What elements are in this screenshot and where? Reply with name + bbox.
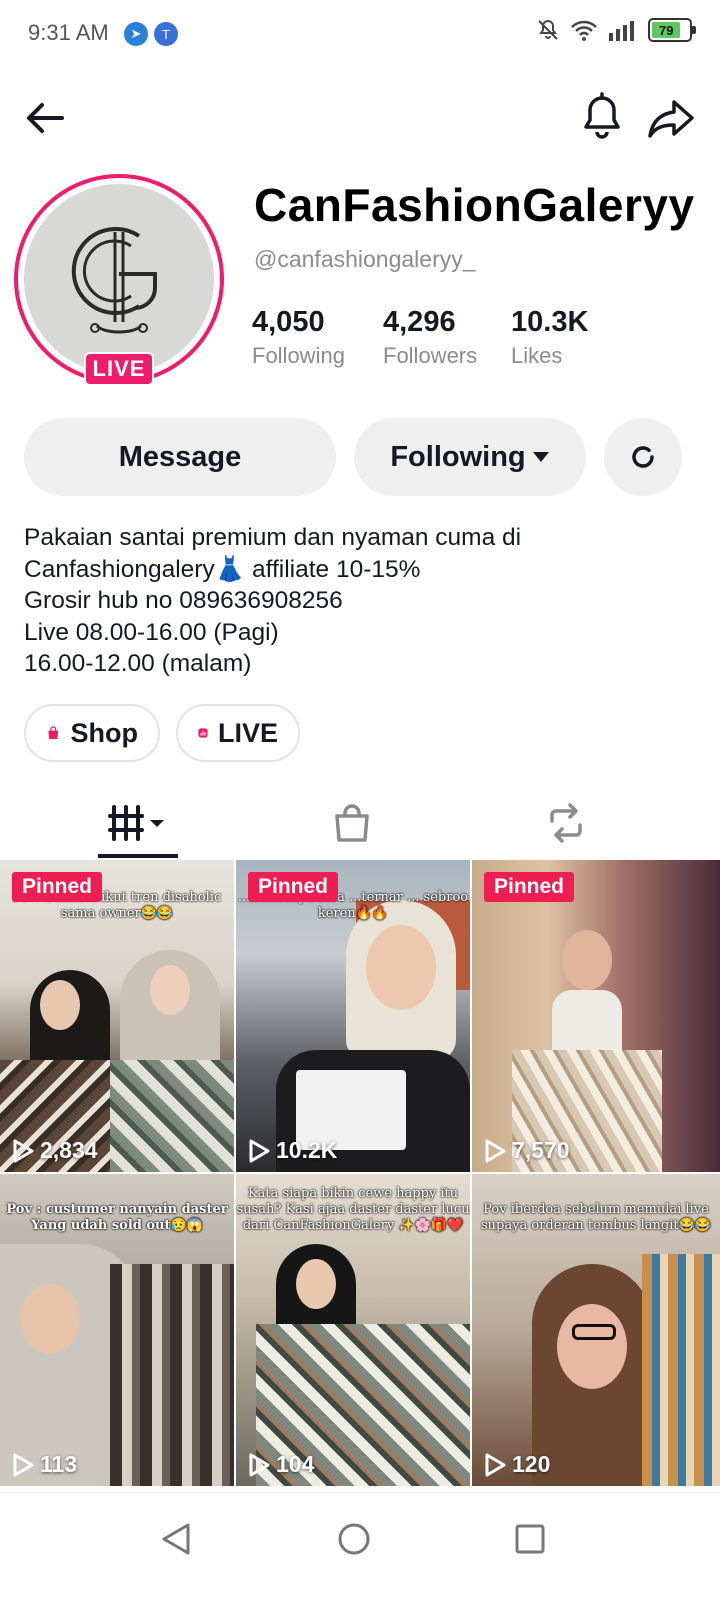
signal-icon bbox=[609, 21, 634, 41]
play-icon bbox=[485, 1453, 506, 1476]
view-count-value: 2,834 bbox=[40, 1137, 98, 1163]
nav-recents-icon bbox=[515, 1524, 545, 1554]
view-count: 104 bbox=[248, 1451, 314, 1478]
stat-followers[interactable]: 4,296 Followers bbox=[383, 306, 477, 369]
bio-line: Canfashiongalery👗 affiliate 10-15% bbox=[24, 555, 421, 583]
shop-label: Shop bbox=[70, 717, 139, 748]
play-icon bbox=[13, 1453, 34, 1476]
stat-label: Followers bbox=[383, 343, 478, 368]
live-stats-icon bbox=[198, 728, 208, 738]
shop-bag-icon bbox=[335, 804, 369, 842]
battery-indicator: 79 bbox=[648, 18, 696, 42]
bio-line: 16.00-12.00 (malam) bbox=[24, 650, 252, 677]
bio: Pakaian santai premium dan nyaman cuma d… bbox=[24, 522, 684, 680]
video-tile[interactable]: ...nokhenya bisa ...ternar ... sebroo ke… bbox=[236, 860, 470, 1172]
mute-icon bbox=[538, 19, 558, 40]
view-count: 2,834 bbox=[12, 1137, 98, 1164]
view-count: 113 bbox=[12, 1451, 77, 1478]
status-time: 9:31 AM bbox=[28, 20, 109, 45]
battery-text: 79 bbox=[658, 22, 674, 38]
share-arrow-icon bbox=[648, 100, 694, 138]
video-caption: Pov iberdoa sebelum memulai live supaya … bbox=[481, 1202, 711, 1233]
share-button[interactable] bbox=[646, 94, 696, 142]
stat-likes[interactable]: 10.3K Likes bbox=[511, 306, 588, 369]
username: @canfashiongaleryy_ bbox=[254, 246, 476, 272]
shop-link[interactable]: Shop bbox=[24, 704, 160, 762]
shopping-bag-icon bbox=[48, 726, 59, 740]
video-thumbnail bbox=[472, 860, 720, 1172]
video-tile[interactable]: Pov : custumer nanyain daster Yang udah … bbox=[0, 1174, 234, 1486]
view-count-value: 120 bbox=[512, 1451, 551, 1477]
play-icon bbox=[13, 1139, 34, 1162]
view-count-value: 10.2K bbox=[276, 1137, 338, 1163]
caret-down-icon bbox=[532, 452, 549, 462]
live-badge[interactable]: LIVE bbox=[84, 352, 154, 386]
bio-line: Live 08.00-16.00 (Pagi) bbox=[24, 618, 279, 646]
view-count-value: 7,570 bbox=[512, 1137, 570, 1163]
notification-bell-button[interactable] bbox=[578, 92, 626, 142]
view-count-value: 113 bbox=[40, 1451, 78, 1477]
stat-label: Following bbox=[252, 343, 345, 368]
video-tile[interactable]: Kata siapa bikin cewe happy itu susah? K… bbox=[236, 1174, 470, 1486]
video-tile[interactable]: Pinned 7,570 bbox=[472, 860, 720, 1172]
stat-following[interactable]: 4,050 Following bbox=[252, 306, 345, 369]
brand-logo-icon bbox=[71, 227, 157, 334]
system-nav-bar bbox=[0, 1492, 720, 1600]
avatar-logo bbox=[24, 184, 214, 374]
app-notification-icon: T bbox=[154, 22, 178, 46]
nav-back-button[interactable] bbox=[156, 1519, 196, 1559]
status-bar: 9:31 AM ➤ T 79 bbox=[0, 0, 720, 66]
refresh-icon bbox=[632, 446, 654, 468]
message-label: Message bbox=[118, 440, 242, 473]
video-grid: Pov: Diminta ikut tren disaholic sama ow… bbox=[0, 860, 720, 1490]
tab-shop[interactable] bbox=[312, 788, 392, 858]
stat-value: 4,296 bbox=[383, 306, 456, 338]
back-button[interactable] bbox=[22, 94, 70, 142]
following-label: Following bbox=[390, 440, 526, 473]
battery-level: 79 bbox=[652, 22, 681, 38]
bio-line: Pakaian santai premium dan nyaman cuma d… bbox=[24, 524, 522, 551]
top-bar bbox=[0, 90, 720, 150]
live-label: LIVE bbox=[217, 717, 278, 748]
nav-home-icon bbox=[338, 1523, 370, 1555]
view-count-value: 104 bbox=[276, 1451, 315, 1477]
telegram-icon: ➤ bbox=[124, 22, 148, 46]
play-icon bbox=[249, 1139, 270, 1162]
back-arrow-icon bbox=[27, 103, 64, 133]
repost-icon bbox=[550, 803, 582, 843]
following-button[interactable]: Following bbox=[354, 418, 586, 496]
wifi-icon bbox=[571, 20, 597, 41]
active-tab-indicator bbox=[98, 854, 178, 858]
video-caption: Pov : custumer nanyain daster Yang udah … bbox=[6, 1202, 228, 1233]
message-button[interactable]: Message bbox=[24, 418, 336, 496]
pinned-badge: Pinned bbox=[484, 872, 575, 902]
video-tile[interactable]: Pov: Diminta ikut tren disaholic sama ow… bbox=[0, 860, 234, 1172]
video-tile[interactable]: Pov iberdoa sebelum memulai live supaya … bbox=[472, 1174, 720, 1486]
suggested-accounts-button[interactable] bbox=[604, 418, 682, 496]
video-caption: Kata siapa bikin cewe happy itu susah? K… bbox=[236, 1186, 470, 1233]
stat-label: Likes bbox=[511, 343, 563, 368]
profile-tabs bbox=[0, 788, 720, 860]
bio-line: Grosir hub no 089636908256 bbox=[24, 587, 343, 614]
tab-videos[interactable] bbox=[98, 788, 178, 858]
nav-recents-button[interactable] bbox=[510, 1519, 550, 1559]
bell-icon bbox=[584, 92, 620, 139]
play-icon bbox=[249, 1453, 270, 1476]
tab-repost[interactable] bbox=[526, 788, 606, 858]
nav-home-button[interactable] bbox=[334, 1519, 374, 1559]
view-count: 120 bbox=[484, 1451, 550, 1478]
live-link[interactable]: LIVE bbox=[176, 704, 300, 762]
videos-grid-icon bbox=[108, 805, 164, 841]
stat-value: 10.3K bbox=[511, 306, 589, 338]
pinned-badge: Pinned bbox=[248, 872, 339, 902]
display-name: CanFashionGaleryy bbox=[254, 179, 695, 231]
play-icon bbox=[485, 1139, 506, 1162]
status-icons: 79 bbox=[536, 18, 696, 42]
nav-back-icon bbox=[162, 1523, 190, 1555]
view-count: 10.2K bbox=[248, 1137, 337, 1164]
view-count: 7,570 bbox=[484, 1137, 570, 1164]
pinned-badge: Pinned bbox=[12, 872, 103, 902]
stat-value: 4,050 bbox=[252, 306, 325, 338]
